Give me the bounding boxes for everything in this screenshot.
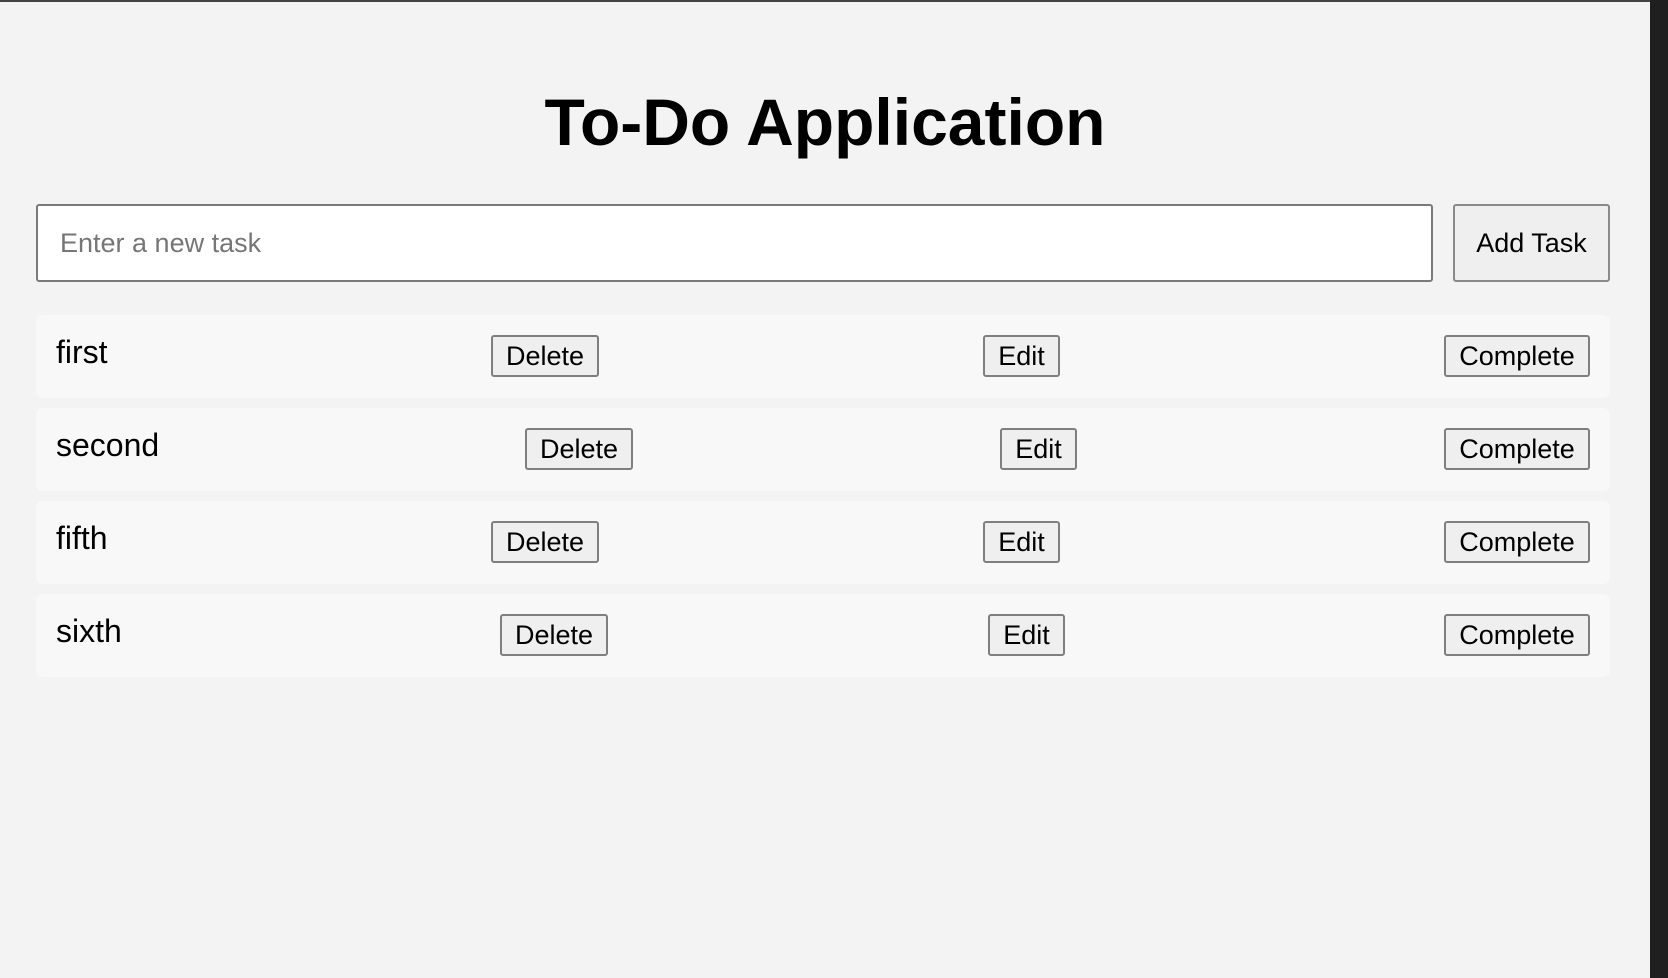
complete-button[interactable]: Complete <box>1444 428 1590 470</box>
edit-button[interactable]: Edit <box>1000 428 1077 470</box>
delete-button[interactable]: Delete <box>525 428 633 470</box>
complete-button[interactable]: Complete <box>1444 614 1590 656</box>
edit-button[interactable]: Edit <box>983 335 1060 377</box>
page-title: To-Do Application <box>544 85 1106 159</box>
delete-button[interactable]: Delete <box>491 335 599 377</box>
task-list: first Delete Edit Complete second Delete… <box>36 315 1610 687</box>
task-item: first Delete Edit Complete <box>36 315 1610 398</box>
task-name: fifth <box>56 520 108 556</box>
task-item: sixth Delete Edit Complete <box>36 594 1610 677</box>
task-item: fifth Delete Edit Complete <box>36 501 1610 584</box>
new-task-input[interactable] <box>36 204 1433 282</box>
edit-button[interactable]: Edit <box>988 614 1065 656</box>
complete-button[interactable]: Complete <box>1444 521 1590 563</box>
app-viewport: To-Do Application Add Task first Delete … <box>0 0 1650 978</box>
window-edge <box>1650 0 1668 978</box>
task-item: second Delete Edit Complete <box>36 408 1610 491</box>
task-name: second <box>56 427 160 463</box>
edit-button[interactable]: Edit <box>983 521 1060 563</box>
add-task-button[interactable]: Add Task <box>1453 204 1610 282</box>
delete-button[interactable]: Delete <box>491 521 599 563</box>
complete-button[interactable]: Complete <box>1444 335 1590 377</box>
delete-button[interactable]: Delete <box>500 614 608 656</box>
task-name: sixth <box>56 613 122 649</box>
task-name: first <box>56 334 108 370</box>
